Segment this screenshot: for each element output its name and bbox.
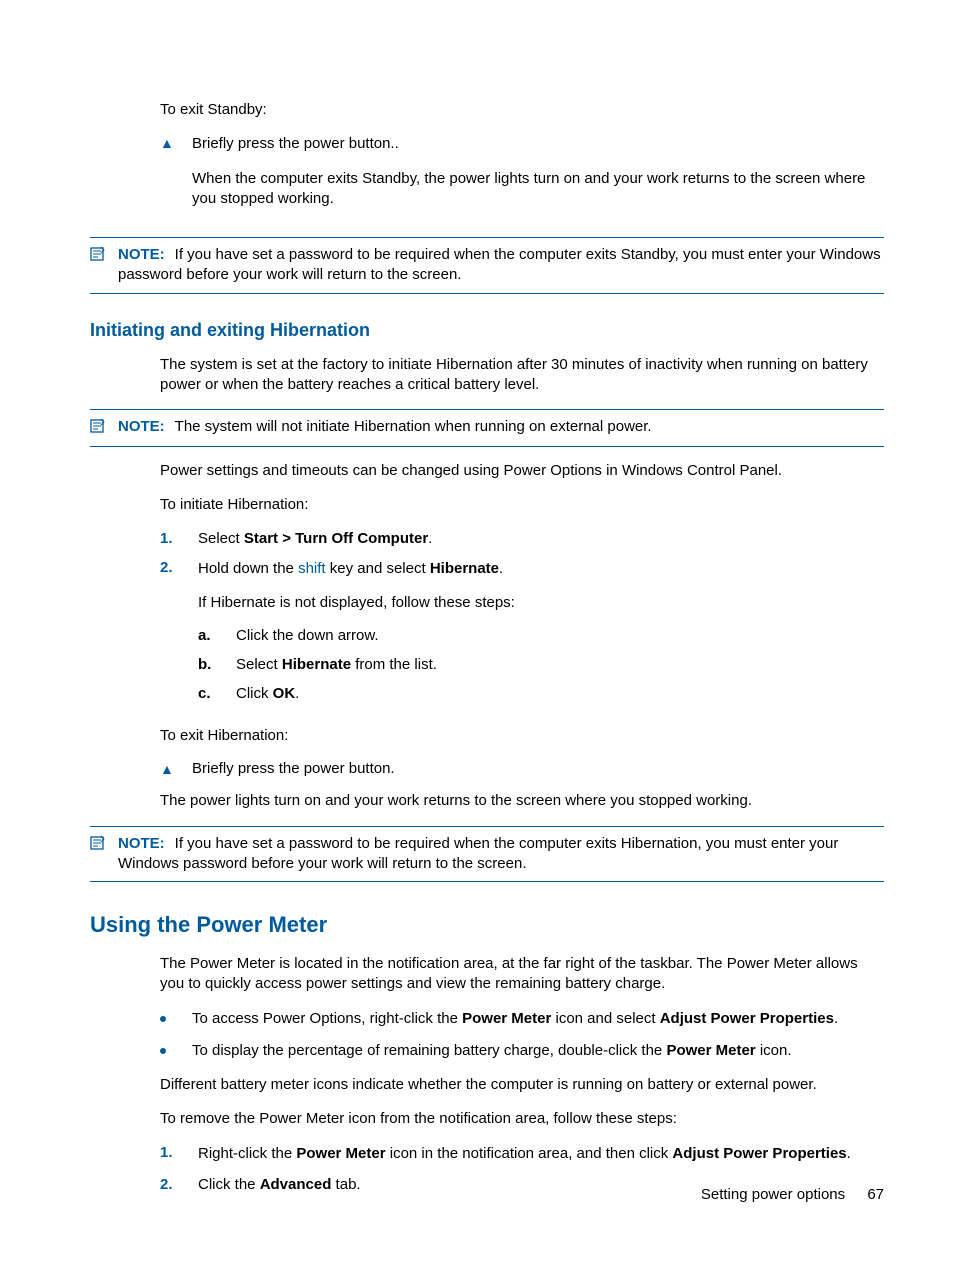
text: To access Power Options, right-click the	[192, 1010, 462, 1027]
section-heading: Initiating and exiting Hibernation	[90, 320, 884, 341]
list-item: 1. Select Start > Turn Off Computer.	[160, 530, 884, 547]
text: .	[847, 1145, 851, 1162]
note-label: NOTE:	[118, 246, 165, 263]
bold-text: Advanced	[260, 1176, 332, 1193]
note-label: NOTE:	[118, 418, 165, 435]
note-icon	[90, 417, 108, 439]
text: .	[499, 560, 503, 577]
text: icon and select	[551, 1010, 659, 1027]
bold-text: Power Meter	[296, 1145, 385, 1162]
note-callout: NOTE: The system will not initiate Hibern…	[90, 409, 884, 447]
text: key and select	[326, 560, 430, 577]
list-number: 1.	[160, 530, 178, 547]
document-page: To exit Standby: ▲ Briefly press the pow…	[0, 0, 954, 1275]
bold-text: Power Meter	[462, 1010, 551, 1027]
key-name: shift	[298, 560, 326, 577]
list-number: 2.	[160, 559, 178, 715]
list-item-text: Briefly press the power button.	[192, 760, 884, 777]
list-number: 2.	[160, 1176, 178, 1193]
footer-section: Setting power options	[701, 1186, 845, 1203]
paragraph: To initiate Hibernation:	[160, 495, 884, 515]
text: .	[834, 1010, 838, 1027]
bold-text: OK	[273, 685, 296, 702]
bullet-icon	[160, 1041, 174, 1061]
list-letter: a.	[198, 627, 216, 644]
note-label: NOTE:	[118, 835, 165, 852]
bold-text: Hibernate	[430, 560, 499, 577]
note-text: If you have set a password to be require…	[118, 246, 881, 283]
section-heading: Using the Power Meter	[90, 912, 884, 938]
paragraph: When the computer exits Standby, the pow…	[192, 169, 884, 210]
triangle-icon: ▲	[160, 760, 174, 777]
bullet-icon	[160, 1009, 174, 1029]
list-item: To display the percentage of remaining b…	[160, 1041, 884, 1061]
list-letter: b.	[198, 656, 216, 673]
sub-list-item: b. Select Hibernate from the list.	[198, 656, 884, 673]
note-text: The system will not initiate Hibernation…	[175, 418, 652, 435]
note-callout: NOTE:If you have set a password to be re…	[90, 237, 884, 294]
list-item: 1. Right-click the Power Meter icon in t…	[160, 1144, 884, 1164]
list-item: 2. Hold down the shift key and select Hi…	[160, 559, 884, 715]
list-number: 1.	[160, 1144, 178, 1164]
paragraph: To exit Hibernation:	[160, 726, 884, 746]
text: icon.	[756, 1042, 792, 1059]
paragraph: To exit Standby:	[160, 100, 884, 120]
sub-list-item: c. Click OK.	[198, 685, 884, 702]
paragraph: Power settings and timeouts can be chang…	[160, 461, 884, 481]
sub-list-item: a. Click the down arrow.	[198, 627, 884, 644]
text: Click the down arrow.	[236, 627, 379, 644]
note-icon	[90, 834, 108, 856]
text: icon in the notification area, and then …	[386, 1145, 673, 1162]
list-letter: c.	[198, 685, 216, 702]
list-item: ▲ Briefly press the power button.. When …	[160, 134, 884, 223]
triangle-icon: ▲	[160, 134, 174, 223]
page-footer: Setting power options 67	[701, 1186, 884, 1203]
paragraph: The power lights turn on and your work r…	[160, 791, 884, 811]
paragraph: The Power Meter is located in the notifi…	[160, 954, 884, 995]
paragraph: Different battery meter icons indicate w…	[160, 1075, 884, 1095]
text: Select	[236, 656, 282, 673]
text: Click	[236, 685, 273, 702]
text: To display the percentage of remaining b…	[192, 1042, 666, 1059]
text: .	[428, 530, 432, 547]
bold-text: Adjust Power Properties	[660, 1010, 834, 1027]
text: Right-click the	[198, 1145, 296, 1162]
paragraph: The system is set at the factory to init…	[160, 355, 884, 396]
paragraph: If Hibernate is not displayed, follow th…	[198, 593, 884, 613]
list-item: ▲ Briefly press the power button.	[160, 760, 884, 777]
text: .	[295, 685, 299, 702]
text: Hold down the	[198, 560, 298, 577]
bold-text: Start > Turn Off Computer	[244, 530, 428, 547]
text: tab.	[331, 1176, 360, 1193]
note-callout: NOTE:If you have set a password to be re…	[90, 826, 884, 883]
page-number: 67	[867, 1186, 884, 1203]
list-item-text: Briefly press the power button..	[192, 134, 884, 154]
text: Select	[198, 530, 244, 547]
note-text: If you have set a password to be require…	[118, 835, 838, 872]
list-item: To access Power Options, right-click the…	[160, 1009, 884, 1029]
bold-text: Power Meter	[666, 1042, 755, 1059]
text: from the list.	[351, 656, 437, 673]
text: Click the	[198, 1176, 260, 1193]
paragraph: To remove the Power Meter icon from the …	[160, 1109, 884, 1129]
note-icon	[90, 245, 108, 267]
bold-text: Hibernate	[282, 656, 351, 673]
bold-text: Adjust Power Properties	[672, 1145, 846, 1162]
